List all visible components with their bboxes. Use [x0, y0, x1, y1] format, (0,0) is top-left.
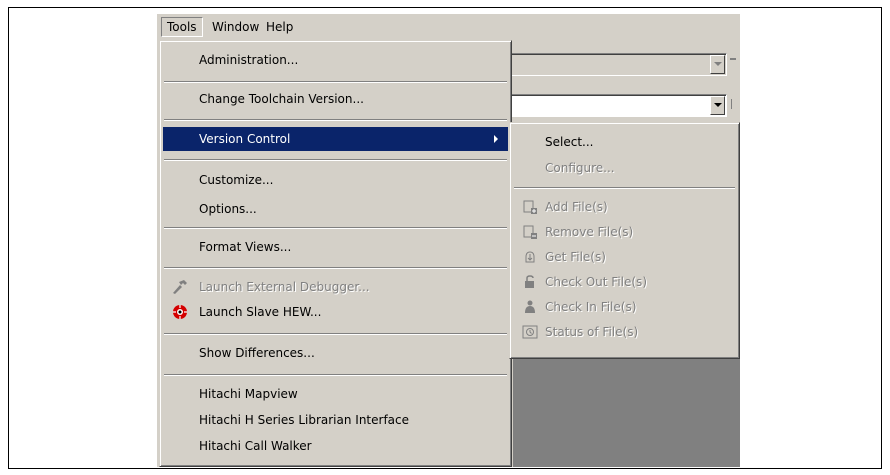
- submenu-item-remove-files[interactable]: Remove File(s): [513, 220, 738, 244]
- submenu-item-check-in-files[interactable]: Check In File(s): [513, 295, 738, 319]
- menu-help[interactable]: Help: [261, 18, 298, 36]
- submenu-item-check-out-files[interactable]: Check Out File(s): [513, 270, 738, 294]
- menu-separator: [164, 227, 507, 229]
- submenu-item-label: Status of File(s): [545, 325, 639, 339]
- submenu-item-label: Get File(s): [545, 250, 606, 264]
- menu-item-launch-slave-hew[interactable]: Launch Slave HEW...: [163, 300, 508, 324]
- menu-separator: [164, 81, 507, 83]
- menu-item-label: Show Differences...: [199, 346, 315, 360]
- menu-bar: Tools Window Help: [157, 14, 740, 40]
- menu-help-label: Help: [266, 20, 294, 34]
- chevron-down-icon: [714, 62, 722, 66]
- combo-dropdown-button[interactable]: [710, 96, 725, 115]
- menu-item-label: Change Toolchain Version...: [199, 92, 364, 106]
- menu-window-label: Window: [212, 20, 260, 34]
- menu-separator: [164, 119, 507, 121]
- menu-item-label: Version Control: [199, 132, 291, 146]
- submenu-item-status-of-files[interactable]: Status of File(s): [513, 320, 738, 344]
- menu-separator: [164, 267, 507, 269]
- menu-item-change-toolchain[interactable]: Change Toolchain Version...: [163, 87, 508, 111]
- menu-item-version-control[interactable]: Version Control: [163, 127, 508, 151]
- get-file-icon: [525, 251, 535, 263]
- submenu-arrow-icon: [494, 135, 498, 143]
- check-out-icon: [525, 275, 534, 288]
- menu-item-label: Hitachi Call Walker: [199, 439, 312, 453]
- menu-tools-label: Tools: [167, 20, 197, 34]
- tools-menu: Administration... Change Toolchain Versi…: [159, 40, 512, 467]
- submenu-item-label: Remove File(s): [545, 225, 634, 239]
- menu-window[interactable]: Window: [207, 18, 264, 36]
- submenu-item-label: Select...: [545, 135, 594, 149]
- add-file-icon: [523, 200, 537, 214]
- menu-item-customize[interactable]: Customize...: [163, 168, 508, 192]
- hew-logo-icon: [173, 305, 187, 319]
- remove-file-icon: [523, 225, 537, 239]
- chevron-down-icon: [714, 103, 722, 107]
- menu-separator: [164, 159, 507, 161]
- menu-item-label: Hitachi H Series Librarian Interface: [199, 413, 410, 427]
- workspace-background: [513, 359, 740, 467]
- menu-separator: [164, 374, 507, 376]
- menu-tools[interactable]: Tools: [161, 17, 203, 37]
- menu-separator: [514, 187, 735, 189]
- menu-item-launch-external-debugger[interactable]: Launch External Debugger...: [163, 275, 508, 299]
- menu-item-label: Administration...: [199, 53, 299, 67]
- version-control-submenu: Select... Configure... Add File(s) Remov…: [509, 122, 740, 359]
- submenu-item-label: Check Out File(s): [545, 275, 647, 289]
- menu-item-label: Hitachi Mapview: [199, 387, 298, 401]
- menu-item-label: Options...: [199, 202, 257, 216]
- menu-item-label: Launch Slave HEW...: [199, 305, 322, 319]
- toolbar-glyph: [731, 99, 737, 109]
- submenu-item-get-files[interactable]: Get File(s): [513, 245, 738, 269]
- menu-item-label: Format Views...: [199, 240, 292, 254]
- submenu-item-label: Add File(s): [545, 200, 608, 214]
- submenu-item-select[interactable]: Select...: [513, 130, 738, 154]
- menu-item-hitachi-librarian[interactable]: Hitachi H Series Librarian Interface: [163, 408, 508, 432]
- configuration-combo[interactable]: [507, 53, 727, 76]
- menu-item-hitachi-call-walker[interactable]: Hitachi Call Walker: [163, 434, 508, 458]
- status-icon: [522, 325, 538, 339]
- hammer-icon: [173, 280, 187, 294]
- menu-separator: [164, 333, 507, 335]
- menu-item-options[interactable]: Options...: [163, 197, 508, 221]
- menu-item-format-views[interactable]: Format Views...: [163, 235, 508, 259]
- toolbar-glyph: [730, 58, 736, 60]
- check-in-icon: [525, 300, 535, 313]
- menu-item-hitachi-mapview[interactable]: Hitachi Mapview: [163, 382, 508, 406]
- menu-item-label: Launch External Debugger...: [199, 280, 370, 294]
- submenu-item-label: Configure...: [545, 161, 615, 175]
- combo-dropdown-button[interactable]: [710, 55, 725, 74]
- menu-item-show-differences[interactable]: Show Differences...: [163, 341, 508, 365]
- hew-window: Tools Window Help Administration... Chan…: [157, 14, 740, 467]
- session-combo[interactable]: [507, 94, 727, 117]
- menu-item-administration[interactable]: Administration...: [163, 48, 508, 72]
- submenu-item-add-files[interactable]: Add File(s): [513, 195, 738, 219]
- submenu-item-configure[interactable]: Configure...: [513, 156, 738, 180]
- menu-item-label: Customize...: [199, 173, 274, 187]
- submenu-item-label: Check In File(s): [545, 300, 637, 314]
